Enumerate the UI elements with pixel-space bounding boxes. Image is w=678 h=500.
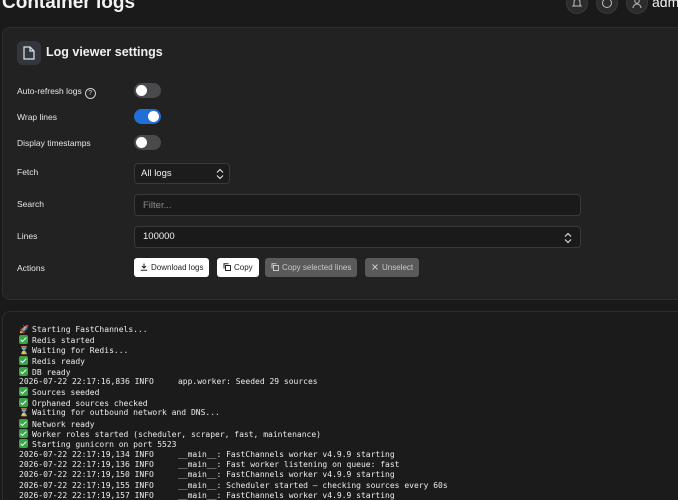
- log-line[interactable]: Network ready: [19, 418, 448, 429]
- card-title: Log viewer settings: [46, 45, 163, 59]
- rocket-icon: 🚀: [19, 325, 29, 334]
- log-line-text: Starting gunicorn on port 5523: [32, 440, 177, 450]
- log-line[interactable]: 2026-07-22 22:17:19,136 INFO __main__: F…: [19, 460, 448, 470]
- log-lines: 🚀 Starting FastChannels... Redis started ⌛ W…: [19, 325, 448, 500]
- log-line[interactable]: 2026-07-22 22:17:19,157 INFO __main__: F…: [19, 491, 448, 500]
- bell-icon: [571, 0, 583, 7]
- check-icon: [19, 356, 28, 366]
- actions-label: Actions: [17, 263, 45, 273]
- user-avatar-button[interactable]: [626, 0, 648, 14]
- copy-selected-lines-label: Copy selected lines: [282, 263, 352, 272]
- log-line-text: Waiting for Redis...: [32, 345, 129, 355]
- log-line[interactable]: Worker roles started (scheduler, scraper…: [19, 428, 448, 439]
- check-icon: [19, 428, 28, 438]
- log-output-panel[interactable]: 🚀 Starting FastChannels... Redis started ⌛ W…: [2, 311, 678, 500]
- wrap-lines-toggle[interactable]: [134, 109, 161, 124]
- log-line-text: 2026-07-22 22:17:19,150 INFO __main__: F…: [19, 470, 395, 480]
- copy-icon: [271, 263, 279, 271]
- wrap-lines-label: Wrap lines: [17, 112, 57, 122]
- check-icon: [19, 366, 28, 376]
- timestamps-label: Display timestamps: [17, 138, 91, 148]
- card-header-icon: [17, 41, 41, 65]
- log-line[interactable]: Redis started: [19, 335, 448, 345]
- container-logs-page: Container logs admi Log viewer settings …: [0, 0, 678, 500]
- timestamps-toggle[interactable]: [134, 135, 161, 150]
- log-line[interactable]: Sources seeded: [19, 387, 448, 397]
- log-line-text: 2026-07-22 22:17:19,155 INFO __main__: S…: [19, 480, 448, 490]
- chevron-up-down-icon: [564, 232, 572, 244]
- copy-selected-lines-button[interactable]: Copy selected lines: [265, 258, 358, 277]
- log-line[interactable]: 2026-07-22 22:17:19,150 INFO __main__: F…: [19, 470, 448, 480]
- log-line[interactable]: Orphaned sources checked: [19, 397, 448, 408]
- unselect-button[interactable]: Unselect: [365, 258, 420, 277]
- hourglass-icon: ⌛: [19, 345, 29, 355]
- log-line-text: 2026-07-22 22:17:19,157 INFO __main__: F…: [19, 491, 395, 500]
- log-line[interactable]: Redis ready: [19, 356, 448, 366]
- log-line-text: Worker roles started (scheduler, scraper…: [32, 429, 321, 439]
- search-input[interactable]: [134, 194, 581, 216]
- log-line[interactable]: 2026-07-22 22:17:19,134 INFO __main__: F…: [19, 450, 448, 460]
- help-button[interactable]: [596, 0, 618, 14]
- log-line[interactable]: Starting gunicorn on port 5523: [19, 439, 448, 449]
- fetch-select[interactable]: All logs: [134, 163, 230, 184]
- check-icon: [19, 397, 28, 407]
- log-line-text: 2026-07-22 22:17:19,136 INFO __main__: F…: [19, 460, 400, 470]
- check-icon: [19, 387, 28, 397]
- log-line[interactable]: 2026-07-22 22:17:19,155 INFO __main__: S…: [19, 481, 448, 491]
- download-logs-label: Download logs: [151, 263, 204, 272]
- fetch-label: Fetch: [17, 167, 39, 177]
- check-icon: [19, 439, 28, 449]
- help-circle-icon: [602, 0, 612, 8]
- auto-refresh-label-text: Auto-refresh logs: [17, 86, 82, 96]
- document-icon: [23, 46, 35, 60]
- check-icon: [19, 335, 28, 345]
- copy-button[interactable]: Copy: [217, 258, 259, 277]
- log-line[interactable]: 🚀 Starting FastChannels...: [19, 325, 448, 335]
- notifications-button[interactable]: [566, 0, 588, 14]
- user-icon: [632, 0, 642, 9]
- log-line-text: Network ready: [32, 419, 95, 429]
- toggle-knob: [148, 111, 159, 122]
- unselect-label: Unselect: [382, 263, 414, 272]
- log-line-text: 2026-07-22 22:17:19,134 INFO __main__: F…: [19, 449, 395, 459]
- chevron-up-down-icon: [216, 168, 224, 180]
- page-title: Container logs: [2, 0, 136, 13]
- log-line-text: Orphaned sources checked: [32, 398, 148, 408]
- download-logs-button[interactable]: Download logs: [134, 258, 210, 277]
- log-line-text: Redis started: [32, 336, 95, 346]
- auto-refresh-toggle[interactable]: [134, 83, 161, 98]
- download-icon: [140, 263, 148, 271]
- search-label: Search: [17, 199, 44, 209]
- log-line-text: Starting FastChannels...: [32, 325, 148, 334]
- log-line-text: Waiting for outbound network and DNS...: [32, 408, 220, 418]
- log-viewer-settings-card: Log viewer settings Auto-refresh logs? W…: [2, 27, 678, 300]
- log-line-text: Sources seeded: [32, 388, 100, 398]
- close-icon: [372, 264, 378, 270]
- log-line[interactable]: ⌛ Waiting for Redis...: [19, 346, 448, 356]
- lines-select[interactable]: 100000: [134, 226, 581, 248]
- toggle-knob: [136, 85, 147, 96]
- log-line-text: Redis ready: [32, 357, 85, 367]
- copy-label: Copy: [234, 263, 253, 272]
- copy-icon: [223, 263, 231, 271]
- log-line-text: DB ready: [32, 367, 71, 377]
- help-icon[interactable]: ?: [84, 88, 96, 99]
- hourglass-icon: ⌛: [19, 408, 29, 418]
- log-line[interactable]: 2026-07-22 22:17:16,836 INFO app.worker:…: [19, 377, 448, 387]
- check-icon: [19, 418, 28, 428]
- log-line-text: 2026-07-22 22:17:16,836 INFO app.worker:…: [19, 376, 318, 386]
- lines-label: Lines: [17, 231, 38, 241]
- lines-select-value: 100000: [143, 231, 175, 242]
- auto-refresh-label: Auto-refresh logs?: [17, 86, 96, 99]
- log-line[interactable]: DB ready: [19, 366, 448, 377]
- toggle-knob: [136, 137, 147, 148]
- user-name[interactable]: admi: [652, 0, 678, 10]
- fetch-select-value: All logs: [141, 168, 172, 179]
- log-line[interactable]: ⌛ Waiting for outbound network and DNS...: [19, 408, 448, 418]
